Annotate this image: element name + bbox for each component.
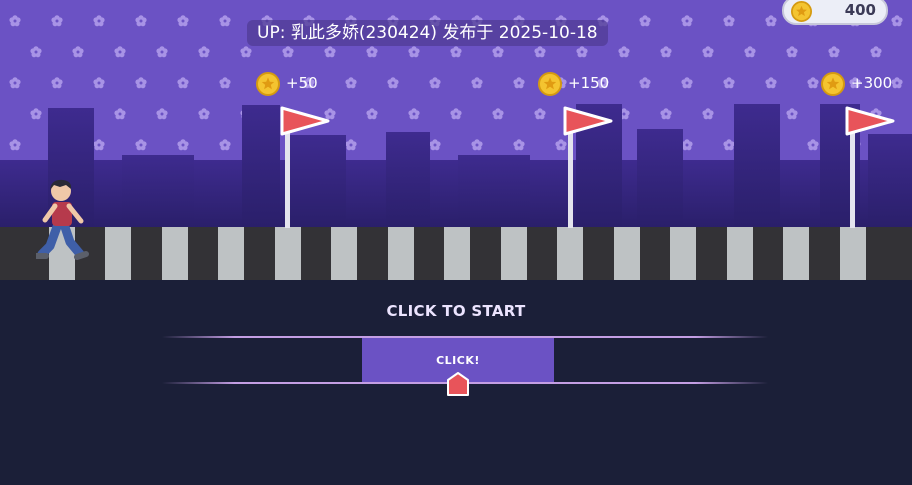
crosswalk-stripe <box>444 227 470 280</box>
coin-counter: 400 <box>782 0 888 25</box>
crosswalk-stripe <box>331 227 357 280</box>
uploader-credit: UP: 乳此多娇(230424) 发布于 2025-10-18 <box>247 20 608 46</box>
timing-marker-icon <box>447 372 469 396</box>
crosswalk-stripe <box>727 227 753 280</box>
milestone-flag <box>280 106 330 228</box>
coin-icon <box>256 72 280 96</box>
crosswalk-stripe <box>105 227 131 280</box>
coin-icon <box>791 1 812 22</box>
coin-count: 400 <box>844 1 876 19</box>
crosswalk-stripe <box>218 227 244 280</box>
crosswalk-stripe <box>614 227 640 280</box>
milestone-reward-label: +300 <box>851 74 893 92</box>
crosswalk-stripe <box>162 227 188 280</box>
milestone-flag <box>563 106 613 228</box>
milestone-reward-label: +50 <box>286 74 318 92</box>
crosswalk-stripe <box>501 227 527 280</box>
crosswalk-stripe <box>840 227 866 280</box>
crosswalk-stripe <box>275 227 301 280</box>
road <box>0 227 912 280</box>
crosswalk-stripe <box>670 227 696 280</box>
crosswalk-stripe <box>388 227 414 280</box>
crosswalk-stripe <box>783 227 809 280</box>
start-prompt: CLICK TO START <box>386 302 526 320</box>
coin-icon <box>821 72 845 96</box>
coin-icon <box>538 72 562 96</box>
milestone-flag <box>845 106 895 228</box>
milestone-reward-label: +150 <box>568 74 610 92</box>
crosswalk-stripe <box>557 227 583 280</box>
runner-character <box>36 179 89 260</box>
